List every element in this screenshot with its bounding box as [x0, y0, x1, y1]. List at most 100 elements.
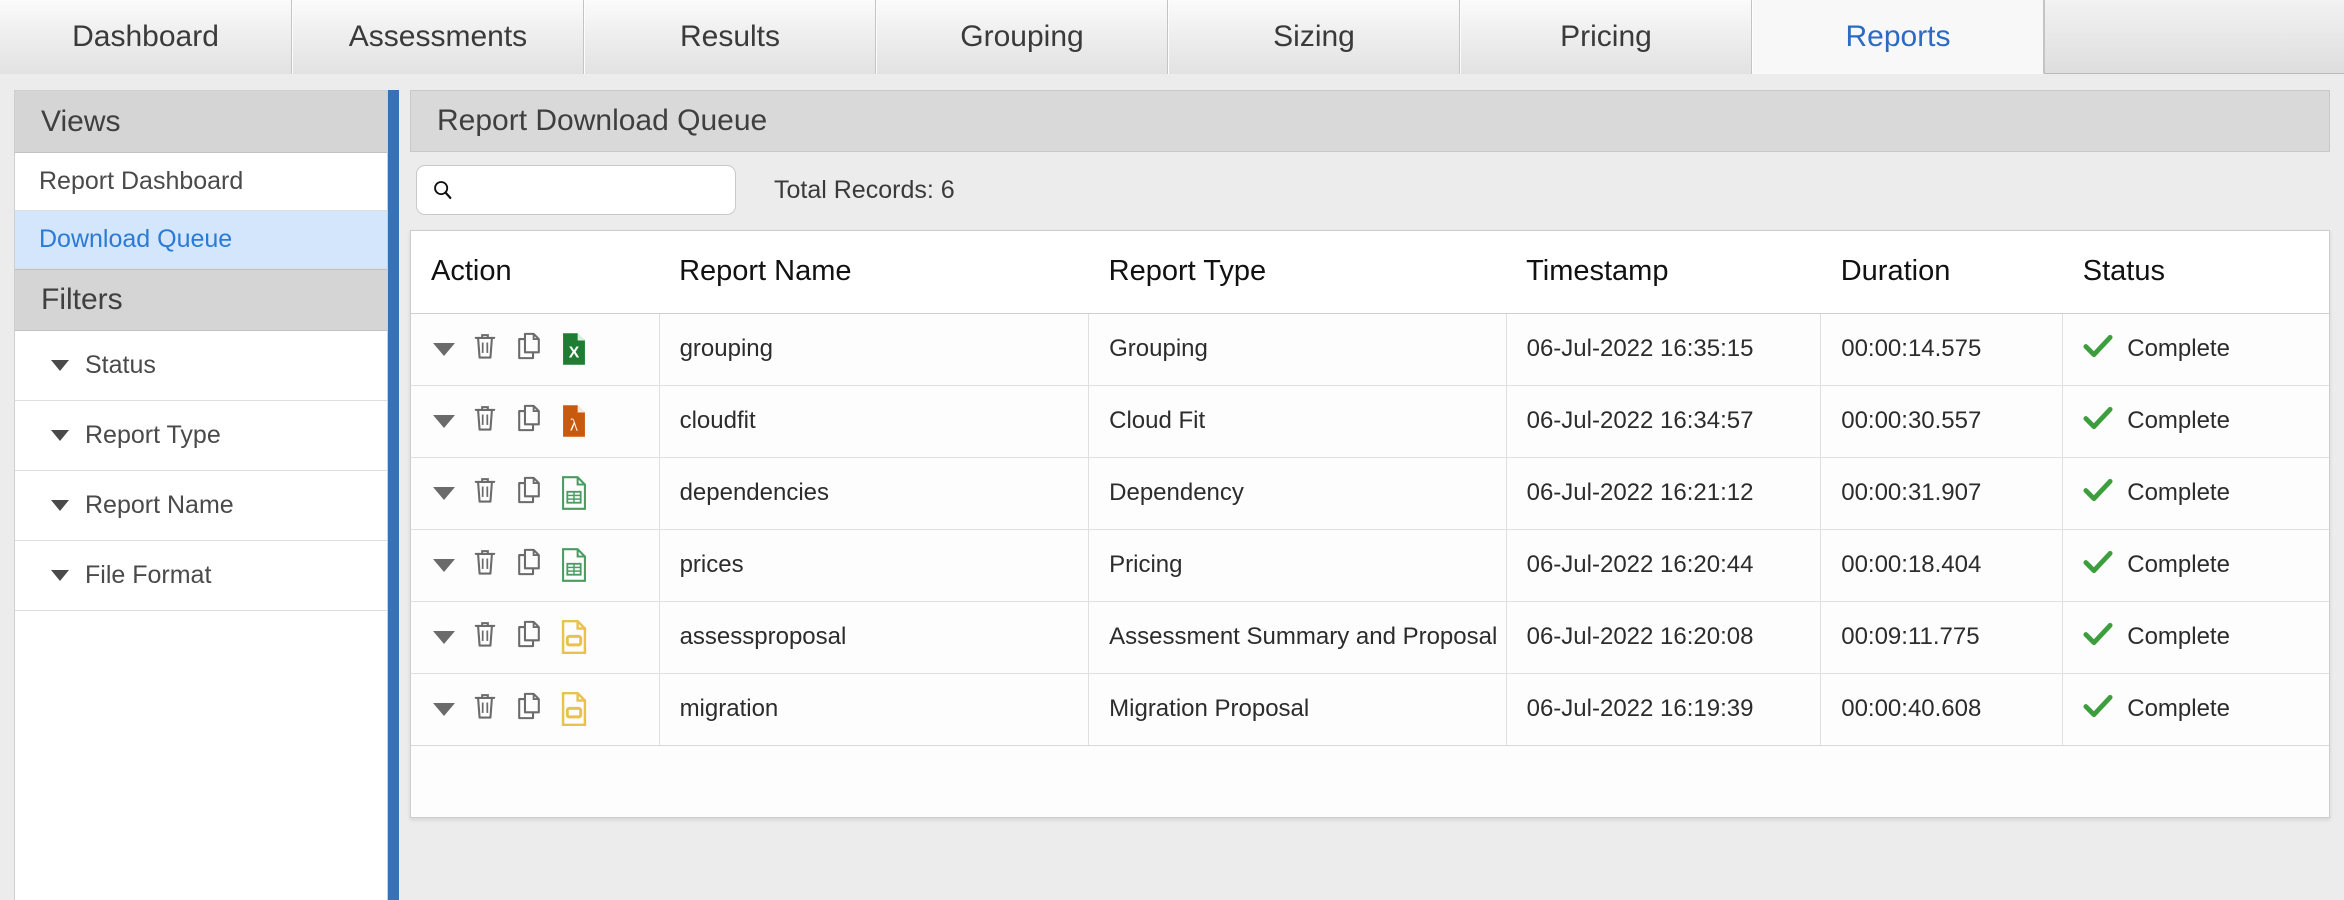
status-label: Complete — [2127, 551, 2230, 578]
copy-report-button[interactable] — [515, 331, 543, 368]
sidebar-item-download-queue[interactable]: Download Queue — [15, 211, 387, 269]
sidebar-item-report-dashboard[interactable]: Report Dashboard — [15, 153, 387, 211]
trash-icon — [471, 403, 499, 440]
copy-report-button[interactable] — [515, 691, 543, 728]
trash-icon — [471, 331, 499, 368]
copy-report-button[interactable] — [515, 403, 543, 440]
cell-action: λ — [411, 385, 660, 458]
cell-action — [411, 529, 660, 602]
action-button-group: λ — [431, 403, 659, 440]
search-input[interactable] — [462, 175, 721, 205]
tab-assessments[interactable]: Assessments — [292, 0, 584, 74]
delete-report-button[interactable] — [471, 619, 499, 656]
expand-row-button[interactable] — [433, 702, 455, 716]
presentation-file-icon — [561, 692, 587, 727]
filter-group-report-type[interactable]: Report Type — [15, 401, 387, 471]
cell-duration: 00:00:30.557 — [1820, 385, 2064, 458]
download-file-button[interactable] — [559, 692, 589, 727]
cell-action — [411, 457, 660, 530]
cell-status: Complete — [2062, 673, 2329, 745]
tab-sizing[interactable]: Sizing — [1168, 0, 1460, 74]
copy-icon — [515, 691, 543, 728]
download-file-button[interactable] — [559, 548, 589, 582]
pdf-file-icon: λ — [563, 405, 585, 437]
tab-reports[interactable]: Reports — [1752, 0, 2044, 74]
page-title: Report Download Queue — [437, 104, 768, 137]
tab-label: Dashboard — [72, 20, 219, 53]
cell-action — [411, 601, 660, 674]
cell-timestamp: 06-Jul-2022 16:21:12 — [1506, 457, 1822, 530]
copy-report-button[interactable] — [515, 619, 543, 656]
column-header-status[interactable]: Status — [2062, 231, 2329, 314]
filter-group-file-format[interactable]: File Format — [15, 541, 387, 611]
cell-action: X — [411, 313, 660, 386]
expand-row-button[interactable] — [433, 558, 455, 572]
action-button-group: X — [431, 331, 659, 368]
cell-report-name: cloudfit — [659, 385, 1090, 458]
column-header-action[interactable]: Action — [411, 231, 660, 314]
table-row[interactable]: λ cloudfit Cloud Fit 06-Jul-2022 16:34:57 00… — [411, 385, 2329, 458]
cell-report-name: prices — [659, 529, 1090, 602]
cell-timestamp: 06-Jul-2022 16:19:39 — [1506, 673, 1822, 745]
report-queue-table-container: Action Report Name Report Type Timestamp… — [410, 230, 2330, 818]
copy-report-button[interactable] — [515, 547, 543, 584]
table-row[interactable]: Xgrouping Grouping 06-Jul-2022 16:35:15 00:… — [411, 313, 2329, 386]
delete-report-button[interactable] — [471, 475, 499, 512]
filter-group-report-name[interactable]: Report Name — [15, 471, 387, 541]
column-header-report-name[interactable]: Report Name — [659, 231, 1089, 314]
check-icon — [2083, 333, 2113, 366]
expand-row-button[interactable] — [433, 630, 455, 644]
cell-status: Complete — [2062, 385, 2329, 458]
copy-icon — [515, 403, 543, 440]
cell-report-type: Migration Proposal — [1088, 673, 1507, 745]
copy-report-button[interactable] — [515, 475, 543, 512]
expand-row-button[interactable] — [433, 342, 455, 356]
download-file-button[interactable]: λ — [559, 404, 589, 438]
download-file-button[interactable] — [559, 476, 589, 510]
table-row[interactable]: prices Pricing 06-Jul-2022 16:20:44 00:00:1… — [411, 529, 2329, 602]
trash-icon — [471, 547, 499, 584]
table-row[interactable]: migration Migration Proposal 06-Jul-2022 1… — [411, 673, 2329, 745]
expand-row-button[interactable] — [433, 414, 455, 428]
chevron-down-icon — [51, 360, 69, 371]
main-content: Report Download Queue Total Records: 6 A… — [410, 90, 2330, 900]
filter-group-status[interactable]: Status — [15, 331, 387, 401]
sidebar: Views Report Dashboard Download Queue Fi… — [14, 90, 388, 900]
cell-timestamp: 06-Jul-2022 16:20:08 — [1506, 601, 1822, 674]
delete-report-button[interactable] — [471, 691, 499, 728]
filters-header-label: Filters — [41, 283, 123, 316]
table-row[interactable]: assessproposal Assessment Summary and Pro… — [411, 601, 2329, 674]
download-file-button[interactable]: X — [559, 332, 589, 366]
page-title-bar: Report Download Queue — [410, 90, 2330, 152]
action-button-group — [431, 619, 659, 656]
tab-results[interactable]: Results — [584, 0, 876, 74]
cell-status: Complete — [2062, 313, 2329, 386]
column-header-report-type[interactable]: Report Type — [1088, 231, 1507, 314]
delete-report-button[interactable] — [471, 331, 499, 368]
tab-dashboard[interactable]: Dashboard — [0, 0, 292, 74]
cell-timestamp: 06-Jul-2022 16:20:44 — [1506, 529, 1822, 602]
delete-report-button[interactable] — [471, 547, 499, 584]
expand-row-button[interactable] — [433, 486, 455, 500]
status-label: Complete — [2127, 407, 2230, 434]
sidebar-content-divider — [388, 90, 399, 900]
column-header-timestamp[interactable]: Timestamp — [1506, 231, 1821, 314]
tab-grouping[interactable]: Grouping — [876, 0, 1168, 74]
column-header-duration[interactable]: Duration — [1820, 231, 2063, 314]
cell-duration: 00:00:18.404 — [1820, 529, 2064, 602]
tab-label: Sizing — [1273, 20, 1355, 53]
search-box[interactable] — [416, 165, 736, 215]
svg-text:X: X — [569, 345, 580, 362]
status-badge: Complete — [2083, 477, 2329, 510]
status-label: Complete — [2127, 335, 2230, 362]
filter-label: Report Name — [85, 491, 234, 519]
cell-timestamp: 06-Jul-2022 16:34:57 — [1506, 385, 1822, 458]
table-toolbar: Total Records: 6 — [410, 152, 2330, 228]
cell-report-type: Cloud Fit — [1088, 385, 1507, 458]
tab-pricing[interactable]: Pricing — [1460, 0, 1752, 74]
table-row[interactable]: dependencies Dependency 06-Jul-2022 16:21:… — [411, 457, 2329, 530]
delete-report-button[interactable] — [471, 403, 499, 440]
download-file-button[interactable] — [559, 620, 589, 654]
spreadsheet-file-icon — [562, 548, 586, 582]
trash-icon — [471, 475, 499, 512]
